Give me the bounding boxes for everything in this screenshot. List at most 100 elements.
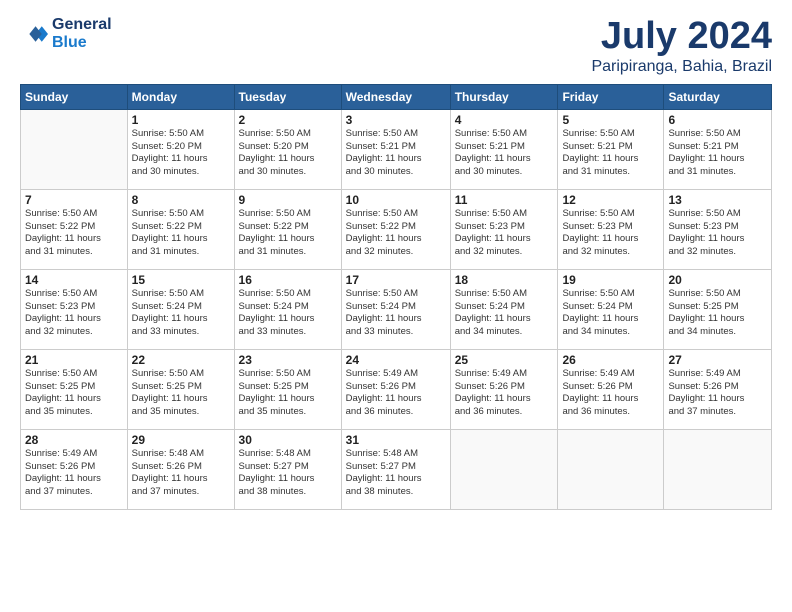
day-number: 13 xyxy=(668,193,767,207)
day-info: Sunrise: 5:50 AMSunset: 5:23 PMDaylight:… xyxy=(562,208,659,259)
day-info: Sunrise: 5:49 AMSunset: 5:26 PMDaylight:… xyxy=(455,368,554,419)
calendar-cell-1-2: 1Sunrise: 5:50 AMSunset: 5:20 PMDaylight… xyxy=(127,109,234,189)
day-info: Sunrise: 5:50 AMSunset: 5:24 PMDaylight:… xyxy=(562,288,659,339)
day-info: Sunrise: 5:50 AMSunset: 5:23 PMDaylight:… xyxy=(25,288,123,339)
calendar-cell-2-3: 9Sunrise: 5:50 AMSunset: 5:22 PMDaylight… xyxy=(234,189,341,269)
calendar-cell-4-2: 22Sunrise: 5:50 AMSunset: 5:25 PMDayligh… xyxy=(127,349,234,429)
calendar-cell-4-1: 21Sunrise: 5:50 AMSunset: 5:25 PMDayligh… xyxy=(21,349,128,429)
day-info: Sunrise: 5:50 AMSunset: 5:23 PMDaylight:… xyxy=(668,208,767,259)
calendar-header-monday: Monday xyxy=(127,84,234,109)
header: General Blue July 2024 Paripiranga, Bahi… xyxy=(20,16,772,76)
day-info: Sunrise: 5:50 AMSunset: 5:21 PMDaylight:… xyxy=(455,128,554,179)
logo-text-general: General xyxy=(52,16,112,34)
day-number: 2 xyxy=(239,113,337,127)
day-info: Sunrise: 5:50 AMSunset: 5:24 PMDaylight:… xyxy=(239,288,337,339)
calendar-cell-2-1: 7Sunrise: 5:50 AMSunset: 5:22 PMDaylight… xyxy=(21,189,128,269)
calendar-cell-5-7 xyxy=(664,429,772,509)
day-number: 3 xyxy=(346,113,446,127)
day-number: 15 xyxy=(132,273,230,287)
calendar-header-sunday: Sunday xyxy=(21,84,128,109)
calendar-cell-5-6 xyxy=(558,429,664,509)
day-info: Sunrise: 5:49 AMSunset: 5:26 PMDaylight:… xyxy=(25,448,123,499)
day-number: 26 xyxy=(562,353,659,367)
week-row-2: 7 Sunrise: 5:50 AMSunset: 5:22 PMDaylight… xyxy=(21,189,772,269)
day-number: 1 xyxy=(132,113,230,127)
day-number: 12 xyxy=(562,193,659,207)
calendar-cell-1-7: 6Sunrise: 5:50 AMSunset: 5:21 PMDaylight… xyxy=(664,109,772,189)
calendar-cell-3-7: 20Sunrise: 5:50 AMSunset: 5:25 PMDayligh… xyxy=(664,269,772,349)
day-info: Sunrise: 5:50 AMSunset: 5:20 PMDaylight:… xyxy=(132,128,230,179)
calendar-cell-1-4: 3Sunrise: 5:50 AMSunset: 5:21 PMDaylight… xyxy=(341,109,450,189)
calendar-cell-5-5 xyxy=(450,429,558,509)
calendar-header-wednesday: Wednesday xyxy=(341,84,450,109)
day-number: 8 xyxy=(132,193,230,207)
day-number: 17 xyxy=(346,273,446,287)
day-info: Sunrise: 5:50 AMSunset: 5:21 PMDaylight:… xyxy=(668,128,767,179)
day-number: 23 xyxy=(239,353,337,367)
day-number: 30 xyxy=(239,433,337,447)
calendar-cell-2-2: 8Sunrise: 5:50 AMSunset: 5:22 PMDaylight… xyxy=(127,189,234,269)
calendar-cell-1-5: 4Sunrise: 5:50 AMSunset: 5:21 PMDaylight… xyxy=(450,109,558,189)
calendar-cell-2-5: 11Sunrise: 5:50 AMSunset: 5:23 PMDayligh… xyxy=(450,189,558,269)
week-row-1: 1Sunrise: 5:50 AMSunset: 5:20 PMDaylight… xyxy=(21,109,772,189)
day-info: Sunrise: 5:49 AMSunset: 5:26 PMDaylight:… xyxy=(562,368,659,419)
calendar-cell-2-4: 10Sunrise: 5:50 AMSunset: 5:22 PMDayligh… xyxy=(341,189,450,269)
day-number: 20 xyxy=(668,273,767,287)
page: General Blue July 2024 Paripiranga, Bahi… xyxy=(0,0,792,612)
day-number: 7 xyxy=(25,193,123,207)
calendar-cell-4-5: 25Sunrise: 5:49 AMSunset: 5:26 PMDayligh… xyxy=(450,349,558,429)
calendar-cell-3-1: 14Sunrise: 5:50 AMSunset: 5:23 PMDayligh… xyxy=(21,269,128,349)
week-row-4: 21Sunrise: 5:50 AMSunset: 5:25 PMDayligh… xyxy=(21,349,772,429)
calendar-cell-2-6: 12Sunrise: 5:50 AMSunset: 5:23 PMDayligh… xyxy=(558,189,664,269)
day-number: 10 xyxy=(346,193,446,207)
calendar-cell-5-4: 31Sunrise: 5:48 AMSunset: 5:27 PMDayligh… xyxy=(341,429,450,509)
calendar-header-row: SundayMondayTuesdayWednesdayThursdayFrid… xyxy=(21,84,772,109)
day-info: Sunrise: 5:50 AMSunset: 5:23 PMDaylight:… xyxy=(455,208,554,259)
day-number: 22 xyxy=(132,353,230,367)
week-row-5: 28Sunrise: 5:49 AMSunset: 5:26 PMDayligh… xyxy=(21,429,772,509)
title-block: July 2024 Paripiranga, Bahia, Brazil xyxy=(591,16,772,76)
day-number: 9 xyxy=(239,193,337,207)
calendar-cell-1-1 xyxy=(21,109,128,189)
day-number: 18 xyxy=(455,273,554,287)
calendar-cell-3-5: 18Sunrise: 5:50 AMSunset: 5:24 PMDayligh… xyxy=(450,269,558,349)
subtitle: Paripiranga, Bahia, Brazil xyxy=(591,58,772,76)
calendar-cell-4-4: 24Sunrise: 5:49 AMSunset: 5:26 PMDayligh… xyxy=(341,349,450,429)
day-number: 4 xyxy=(455,113,554,127)
calendar-cell-3-4: 17Sunrise: 5:50 AMSunset: 5:24 PMDayligh… xyxy=(341,269,450,349)
calendar-cell-3-3: 16Sunrise: 5:50 AMSunset: 5:24 PMDayligh… xyxy=(234,269,341,349)
day-number: 5 xyxy=(562,113,659,127)
calendar-cell-4-7: 27Sunrise: 5:49 AMSunset: 5:26 PMDayligh… xyxy=(664,349,772,429)
calendar-header-tuesday: Tuesday xyxy=(234,84,341,109)
calendar-table: SundayMondayTuesdayWednesdayThursdayFrid… xyxy=(20,84,772,510)
day-number: 6 xyxy=(668,113,767,127)
day-number: 25 xyxy=(455,353,554,367)
calendar-cell-4-3: 23Sunrise: 5:50 AMSunset: 5:25 PMDayligh… xyxy=(234,349,341,429)
day-number: 11 xyxy=(455,193,554,207)
calendar-cell-1-6: 5Sunrise: 5:50 AMSunset: 5:21 PMDaylight… xyxy=(558,109,664,189)
day-info: Sunrise: 5:50 AMSunset: 5:22 PMDaylight:… xyxy=(346,208,446,259)
day-info: Sunrise: 5:50 AMSunset: 5:25 PMDaylight:… xyxy=(239,368,337,419)
day-info: Sunrise: 5:50 AMSunset: 5:25 PMDaylight:… xyxy=(132,368,230,419)
logo: General Blue xyxy=(20,16,112,53)
calendar-cell-5-3: 30Sunrise: 5:48 AMSunset: 5:27 PMDayligh… xyxy=(234,429,341,509)
day-info: Sunrise: 5:50 AMSunset: 5:22 PMDaylight:… xyxy=(239,208,337,259)
calendar-cell-2-7: 13Sunrise: 5:50 AMSunset: 5:23 PMDayligh… xyxy=(664,189,772,269)
day-number: 29 xyxy=(132,433,230,447)
day-info: Sunrise: 5:50 AMSunset: 5:21 PMDaylight:… xyxy=(346,128,446,179)
day-number: 31 xyxy=(346,433,446,447)
calendar-header-saturday: Saturday xyxy=(664,84,772,109)
calendar-cell-1-3: 2Sunrise: 5:50 AMSunset: 5:20 PMDaylight… xyxy=(234,109,341,189)
day-info: Sunrise: 5:50 AMSunset: 5:20 PMDaylight:… xyxy=(239,128,337,179)
calendar-header-thursday: Thursday xyxy=(450,84,558,109)
week-row-3: 14Sunrise: 5:50 AMSunset: 5:23 PMDayligh… xyxy=(21,269,772,349)
day-info: Sunrise: 5:48 AMSunset: 5:27 PMDaylight:… xyxy=(346,448,446,499)
day-info: Sunrise: 5:50 AMSunset: 5:25 PMDaylight:… xyxy=(668,288,767,339)
day-info: Sunrise: 5:50 AMSunset: 5:25 PMDaylight:… xyxy=(25,368,123,419)
calendar-cell-5-2: 29Sunrise: 5:48 AMSunset: 5:26 PMDayligh… xyxy=(127,429,234,509)
day-number: 16 xyxy=(239,273,337,287)
day-info: Sunrise: 5:49 AMSunset: 5:26 PMDaylight:… xyxy=(668,368,767,419)
day-info: Sunrise: 5:50 AMSunset: 5:24 PMDaylight:… xyxy=(455,288,554,339)
day-number: 14 xyxy=(25,273,123,287)
day-number: 27 xyxy=(668,353,767,367)
